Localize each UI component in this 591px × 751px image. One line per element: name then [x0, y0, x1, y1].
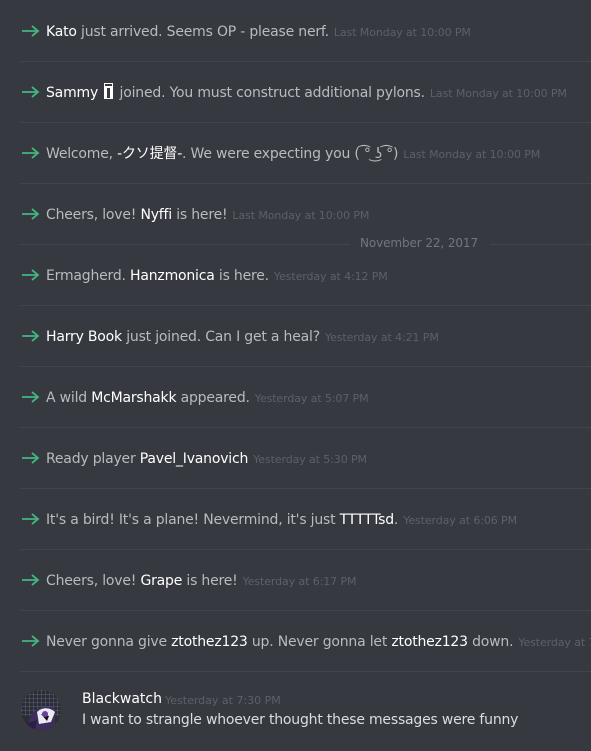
system-message: It's a bird! It's a plane! Nevermind, it…: [0, 500, 591, 540]
message-timestamp: Yesterday at 7:30 PM: [165, 694, 281, 707]
chat-message: Blackwatch Yesterday at 7:30 PM I want t…: [0, 683, 591, 751]
username[interactable]: TTTTTsd: [340, 512, 394, 528]
join-arrow-icon: [22, 386, 40, 408]
timestamp: Last Monday at 10:00 PM: [429, 87, 567, 100]
avatar[interactable]: [21, 690, 61, 730]
system-message: Ready player Pavel_Ivanovich Yesterday at…: [0, 439, 591, 479]
pillar-icon: [104, 83, 114, 99]
join-arrow-icon: [22, 20, 40, 42]
timestamp: Last Monday at 10:00 PM: [403, 148, 541, 161]
message-divider: [20, 610, 591, 611]
message-divider: [20, 183, 591, 184]
date-separator: November 22, 2017: [20, 236, 591, 250]
timestamp: Yesterday at 5:07 PM: [254, 392, 369, 405]
username[interactable]: McMarshakk: [91, 390, 176, 406]
username[interactable]: Pavel_Ivanovich: [140, 451, 249, 467]
date-separator-line: [20, 244, 350, 245]
join-arrow-icon: [22, 203, 40, 225]
system-message: Kato just arrived. Seems OP - please ner…: [0, 12, 591, 52]
timestamp: Last Monday at 10:00 PM: [333, 26, 471, 39]
message-divider: [20, 61, 591, 62]
message-divider: [20, 305, 591, 306]
username[interactable]: ztothez123: [171, 634, 248, 650]
system-message: Cheers, love! Grape is here! Yesterday at…: [0, 561, 591, 601]
message-divider: [20, 549, 591, 550]
timestamp: Yesterday at 5:30 PM: [253, 453, 367, 466]
timestamp: Yesterday at 7:27 PM: [518, 636, 591, 649]
join-arrow-icon: [22, 447, 40, 469]
username[interactable]: Harry Book: [46, 329, 122, 345]
system-message: Harry Book just joined. Can I get a heal…: [0, 317, 591, 357]
username[interactable]: Nyffi: [140, 207, 172, 223]
message-divider: [20, 366, 591, 367]
system-message: Cheers, love! Nyffi is here! Last Monday …: [0, 195, 591, 235]
message-divider: [20, 671, 591, 672]
join-arrow-icon: [22, 81, 40, 103]
username[interactable]: -クソ提督-: [117, 146, 182, 162]
message-divider: [20, 488, 591, 489]
system-message: Ermagherd. Hanzmonica is here. Yesterday …: [0, 256, 591, 296]
username[interactable]: Grape: [140, 573, 182, 589]
message-divider: [20, 427, 591, 428]
join-arrow-icon: [22, 325, 40, 347]
system-message: Sammy joined. You must construct additio…: [0, 73, 591, 113]
system-message: A wild McMarshakk appeared. Yesterday at …: [0, 378, 591, 418]
timestamp: Yesterday at 4:21 PM: [324, 331, 439, 344]
timestamp: Yesterday at 4:12 PM: [273, 270, 388, 283]
join-arrow-icon: [22, 630, 40, 652]
join-arrow-icon: [22, 569, 40, 591]
join-arrow-icon: [22, 142, 40, 164]
message-author[interactable]: Blackwatch: [82, 691, 162, 707]
username[interactable]: ztothez123: [391, 634, 468, 650]
timestamp: Yesterday at 6:06 PM: [403, 514, 517, 527]
username[interactable]: Sammy: [46, 85, 98, 101]
timestamp: Yesterday at 6:17 PM: [242, 575, 357, 588]
system-message: Welcome, -クソ提督-. We were expecting you (…: [0, 134, 591, 174]
username[interactable]: Hanzmonica: [130, 268, 215, 284]
timestamp: Last Monday at 10:00 PM: [232, 209, 370, 222]
message-content: I want to strangle whoever thought these…: [82, 712, 519, 728]
join-arrow-icon: [22, 264, 40, 286]
join-arrow-icon: [22, 508, 40, 530]
date-separator-label: November 22, 2017: [360, 236, 478, 250]
date-separator-line: [490, 244, 591, 245]
message-divider: [20, 122, 591, 123]
username[interactable]: Kato: [46, 24, 77, 40]
system-message: Never gonna give ztothez123 up. Never go…: [0, 622, 591, 662]
